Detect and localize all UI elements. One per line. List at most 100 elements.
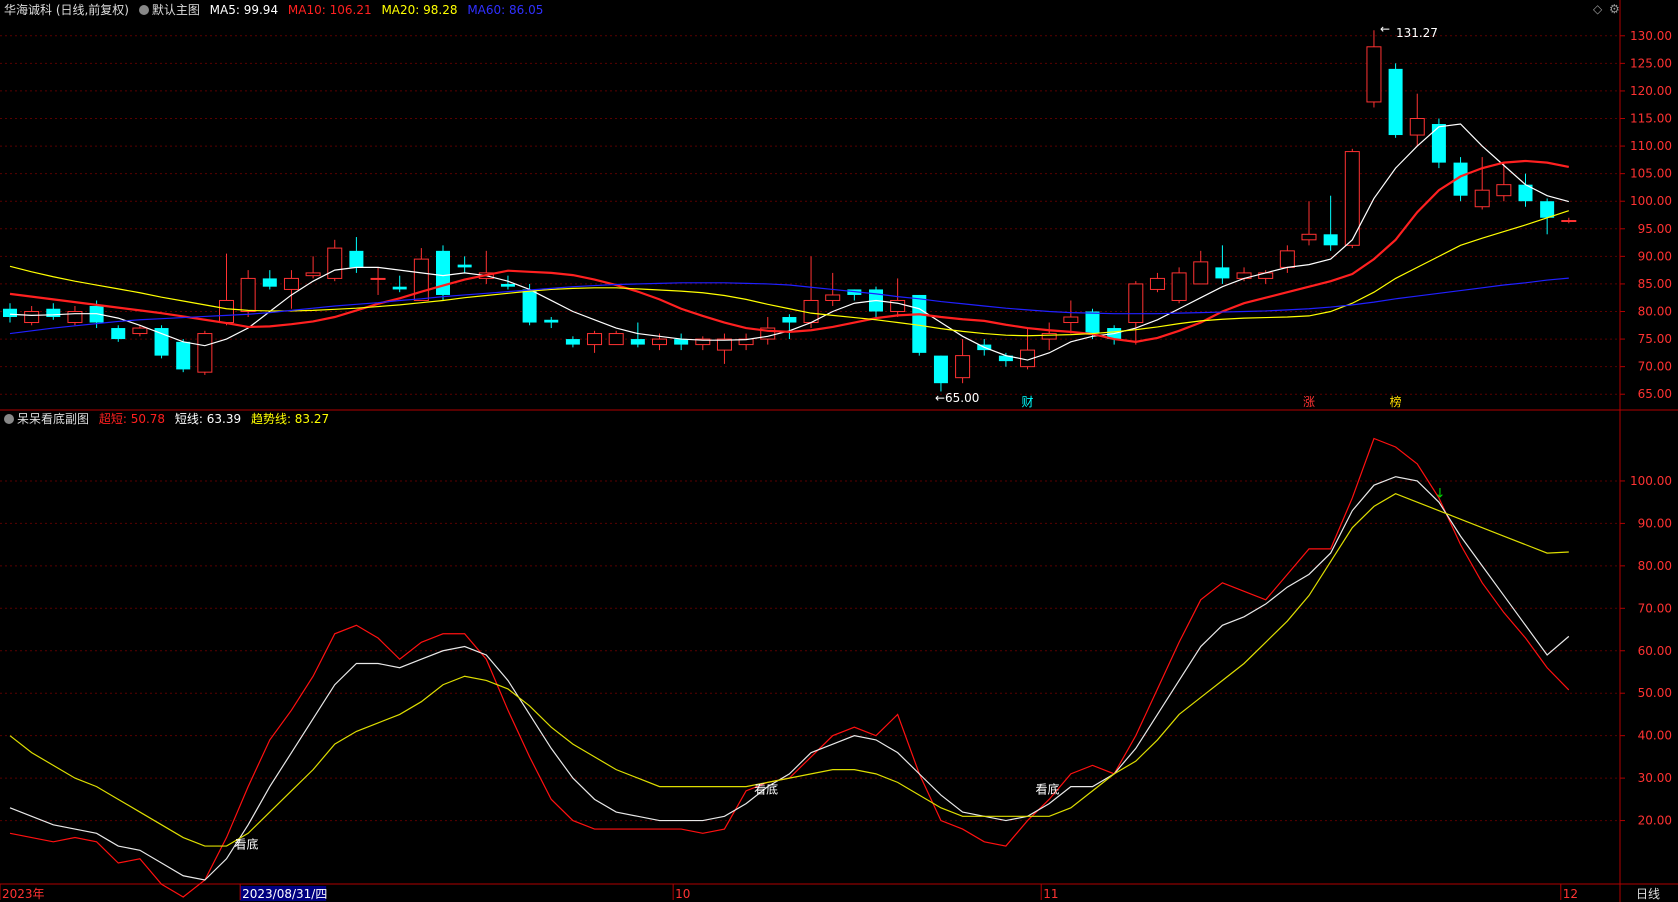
candle-body-up — [240, 277, 256, 312]
candle-body-up — [587, 333, 603, 346]
settings-icon[interactable]: ⚙ — [1609, 2, 1620, 16]
candle-body-down — [457, 264, 472, 268]
candle-body-down — [522, 289, 537, 323]
date-label: 10 — [675, 887, 690, 901]
indicator-tick-label: 40.00 — [1638, 729, 1672, 743]
diamond-icon[interactable]: ◇ — [1593, 2, 1602, 16]
candle-body-up — [1041, 333, 1057, 340]
candle-body-down — [1431, 124, 1446, 163]
price-tick-label: 90.00 — [1638, 249, 1672, 263]
ma5-label: MA5: 99.94 — [209, 3, 279, 17]
indicator-line-2 — [9, 493, 1569, 847]
price-tick-label: 80.00 — [1638, 305, 1672, 319]
price-tick-label: 105.00 — [1630, 167, 1672, 181]
extreme-arrow: ← — [1380, 22, 1390, 36]
main-price-chart: ← 131.27 ←65.00 财 涨 榜 — [3, 22, 1577, 409]
candle-body-up — [1409, 118, 1425, 136]
main-header: 华海诚科 (日线,前复权) 默认主图 MA5: 99.94 MA10: 106.… — [4, 2, 549, 18]
sub-chart-grid — [0, 480, 1620, 822]
sub-indicator-chart: 看底看底 看底↓ — [9, 437, 1570, 898]
bottom-signal-label: 看底 — [1036, 781, 1060, 796]
stock-name[interactable]: 华海诚科 (日线,前复权) — [4, 3, 129, 17]
cross-signal-arrow: ↓ — [1434, 486, 1445, 501]
low-price-label: ←65.00 — [935, 391, 979, 405]
candle-body-up — [803, 299, 819, 324]
date-label: 12 — [1563, 887, 1578, 901]
candle-body-down — [176, 341, 191, 370]
candle-body-down — [349, 250, 364, 268]
candle-body-up — [283, 277, 299, 290]
indicator-tick-label: 60.00 — [1638, 644, 1672, 658]
candle-body-down — [544, 319, 559, 323]
price-tick-label: 65.00 — [1638, 387, 1672, 401]
candle-body-up — [1366, 46, 1382, 103]
candle-body-up — [955, 355, 971, 379]
sub-title[interactable]: 呆呆看底副图 — [4, 412, 89, 426]
short-label: 短线: 63.39 — [174, 412, 242, 426]
candle-body-down — [1215, 267, 1230, 279]
price-axis: 130.00 125.00 120.00 115.00 110.00 105.00 100.… — [1620, 29, 1672, 401]
date-label: 11 — [1043, 887, 1058, 901]
sub-header: 呆呆看底副图 超短: 50.78 短线: 63.39 趋势线: 83.27 — [4, 411, 335, 427]
candle-body-up — [1474, 189, 1490, 208]
event-marker: 财 — [1022, 395, 1034, 409]
candle-body-down — [782, 317, 797, 323]
candle-body-up — [1193, 261, 1209, 285]
event-marker: 榜 — [1390, 394, 1402, 409]
candle-body-up — [825, 294, 841, 301]
ma20-label: MA20: 98.28 — [381, 3, 458, 17]
candle-body-down — [3, 308, 17, 318]
candle-body-up — [608, 333, 624, 346]
candle-body-up — [1128, 283, 1144, 324]
main-title[interactable]: 默认主图 — [138, 3, 200, 17]
price-tick-label: 75.00 — [1638, 332, 1672, 346]
gear-icon[interactable] — [138, 5, 149, 15]
ma10-label: MA10: 106.21 — [287, 3, 372, 17]
candle-body-down — [436, 250, 450, 295]
bottom-signal-label: 看底 — [754, 781, 778, 796]
price-tick-label: 130.00 — [1630, 29, 1672, 43]
price-tick-label: 120.00 — [1630, 84, 1672, 98]
indicator-tick-label: 100.00 — [1630, 474, 1672, 488]
candle-body-up — [327, 247, 343, 279]
candle-body-up — [1496, 184, 1512, 197]
candle-body-up — [370, 277, 386, 280]
indicator-tick-label: 90.00 — [1638, 516, 1672, 530]
ma60-label: MA60: 86.05 — [467, 3, 544, 17]
candle-body-down — [111, 328, 126, 340]
indicator-line-0 — [9, 437, 1570, 898]
price-tick-label: 70.00 — [1638, 360, 1672, 374]
candle-body-up — [1149, 277, 1165, 290]
main-price-grid — [0, 0, 1678, 902]
candle-body-down — [933, 355, 948, 384]
indicator-tick-label: 20.00 — [1638, 814, 1672, 828]
period-button[interactable]: 日线 — [1636, 887, 1660, 901]
candle-body-up — [24, 311, 40, 324]
indicator-tick-label: 80.00 — [1638, 559, 1672, 573]
indicator-tick-label: 30.00 — [1638, 771, 1672, 785]
bottom-signal-label: 看底 — [235, 837, 259, 852]
candle-body-up — [1279, 250, 1295, 268]
indicator-axis: 100.00 90.00 80.00 70.00 60.00 50.00 40.00 30.0… — [1620, 474, 1672, 828]
price-tick-label: 115.00 — [1630, 112, 1672, 126]
candle-body-up — [305, 272, 321, 277]
date-label: 2023/08/31/四 — [242, 887, 327, 901]
candle-body-down — [500, 283, 515, 287]
price-tick-label: 100.00 — [1630, 194, 1672, 208]
candle-body-down — [912, 294, 927, 353]
candle-body-up — [1171, 272, 1187, 301]
event-marker: 涨 — [1303, 394, 1315, 409]
date-label: 2023年 — [2, 887, 45, 901]
super-short-label: 超短: 50.78 — [98, 412, 166, 426]
candle-body-down — [1388, 68, 1403, 136]
candle-body-down — [1085, 311, 1100, 334]
chart-canvas[interactable]: ← 131.27 ←65.00 财 涨 榜 130.00 125.00 120.00 115.0… — [0, 0, 1678, 902]
candle-body-up — [1561, 220, 1577, 223]
candle-body-up — [1301, 233, 1317, 241]
candle-body-up — [219, 299, 234, 324]
candle-body-up — [1063, 316, 1079, 324]
candle-body-up — [652, 338, 667, 346]
price-tick-label: 110.00 — [1630, 139, 1672, 153]
gear-icon[interactable] — [4, 414, 14, 424]
candle-body-up — [132, 327, 148, 335]
